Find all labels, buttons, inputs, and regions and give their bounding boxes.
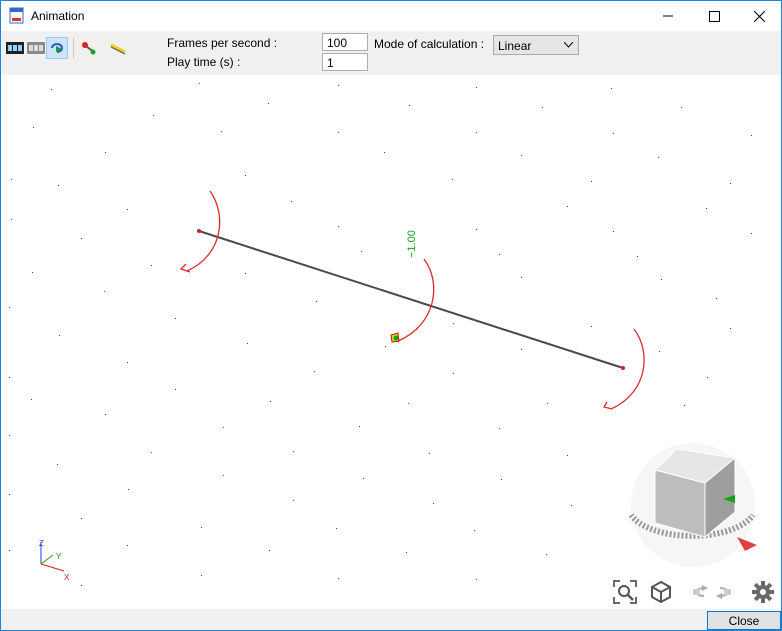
axis-y-label: Y bbox=[56, 552, 62, 561]
deform-yellow-icon[interactable] bbox=[109, 39, 127, 57]
deform-red-icon[interactable] bbox=[80, 39, 98, 57]
view-cube-icon[interactable] bbox=[648, 579, 674, 605]
minimize-button[interactable] bbox=[645, 1, 691, 31]
loop-play-toggle[interactable] bbox=[46, 37, 68, 59]
close-icon bbox=[753, 10, 765, 22]
rotate-left-icon[interactable] bbox=[684, 579, 710, 605]
play-time-input[interactable]: 1 bbox=[322, 53, 368, 71]
mode-of-calculation-label: Mode of calculation : bbox=[374, 37, 485, 51]
maximize-button[interactable] bbox=[691, 1, 737, 31]
axis-z-label: Z bbox=[39, 539, 44, 548]
close-window-button[interactable] bbox=[736, 1, 781, 31]
loop-play-icon bbox=[51, 43, 63, 53]
footer-bar bbox=[1, 609, 781, 630]
frames-per-second-input[interactable]: 100 bbox=[322, 33, 368, 51]
app-icon bbox=[9, 7, 24, 24]
mode-select-value: Linear bbox=[498, 39, 532, 53]
frames-per-second-label: Frames per second : bbox=[167, 36, 278, 50]
film-strip-icon[interactable] bbox=[27, 39, 45, 57]
axis-triad: Z Y X bbox=[39, 539, 70, 582]
play-time-label: Play time (s) : bbox=[167, 55, 241, 69]
chevron-down-icon bbox=[564, 42, 573, 48]
toolbar: Frames per second : 100 Play time (s) : … bbox=[1, 31, 781, 75]
settings-gear-icon[interactable] bbox=[750, 579, 776, 605]
model-viewport[interactable]: −1.00 Z Y X bbox=[1, 75, 781, 609]
minimize-icon bbox=[663, 15, 673, 17]
maximize-icon bbox=[708, 10, 720, 22]
load-value-label: −1.00 bbox=[406, 230, 418, 258]
node-left[interactable] bbox=[197, 229, 201, 233]
axis-x-label: X bbox=[64, 573, 70, 582]
window-title: Animation bbox=[31, 9, 85, 23]
rotate-right-icon[interactable] bbox=[714, 579, 740, 605]
animation-window: Animation Frames per second: 100 Play t… bbox=[0, 0, 782, 631]
film-frames-icon[interactable] bbox=[6, 39, 24, 57]
close-button[interactable]: Close bbox=[707, 611, 781, 630]
model-drawing: −1.00 Z Y X bbox=[9, 83, 757, 586]
toolbar-separator bbox=[73, 37, 74, 59]
mode-of-calculation-select[interactable]: Linear bbox=[493, 35, 579, 55]
view-cube[interactable] bbox=[628, 443, 757, 567]
title-bar: Animation bbox=[1, 1, 781, 31]
zoom-icon[interactable] bbox=[612, 579, 638, 605]
node-right[interactable] bbox=[621, 366, 625, 370]
load-point-marker[interactable] bbox=[390, 332, 400, 343]
